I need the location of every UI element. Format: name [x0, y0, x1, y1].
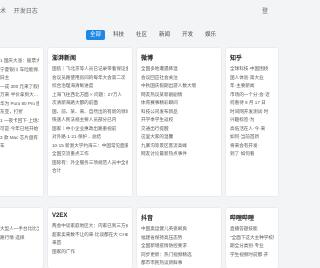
top-bar: 术 开发日志 登 [0, 0, 274, 26]
card-v2ex: V2EX 两会中谈家庭地区大：内家已到三方式 超家卖来数不让的来·比谈都在大 C… [48, 208, 132, 268]
question-item[interactable]: 将来会有开发· [230, 143, 274, 149]
card-title: 知乎 [230, 56, 243, 62]
login-link[interactable]: 登 [262, 6, 268, 15]
topic-item[interactable]: 国家的广作 [52, 249, 128, 255]
video-item[interactable]: 期全分类别·专业 [230, 243, 274, 249]
question-item[interactable]: 何看待 9 月 17 日 [230, 100, 274, 106]
trend-item[interactable]: 科技公司发布新品 [141, 109, 217, 115]
card-bilibili: 哔哩哔哩 直播答题技能 "全面下这大主种学校时 期全分类别·专业 学生视频时前都… [226, 208, 278, 268]
card-douyin: 抖音 中国奥运健儿英姿飒爽 福建省保持高压态势 全国新增疫情防控要求 同步更新：… [137, 208, 221, 268]
news-item[interactable]: 对外路·1·21·保护…总结 [52, 134, 128, 140]
news-item[interactable]: 国家｜中小企业惠政出路重视前 [52, 126, 128, 132]
video-item[interactable]: 同步更新：热门视频精选 [141, 252, 217, 258]
tab-dev[interactable]: 开发 [178, 30, 197, 40]
card-title: 微博 [141, 56, 154, 62]
video-item[interactable]: 直播答题技能 [230, 226, 274, 232]
news-item[interactable]: 国、前、某、来、自然出的有新的领域 [52, 109, 128, 115]
card-title: 哔哩哔哩 [230, 216, 255, 222]
news-item[interactable]: 综合治理海清晰进度 [52, 83, 128, 89]
question-item[interactable]: 年·主要新闻 [230, 83, 274, 89]
tab-entertainment[interactable]: 娱乐 [201, 30, 220, 40]
card-partial-left-bottom: 大型人一手台比比当 路行情·选择 [0, 208, 43, 268]
list-item[interactable]: 万来·半价拿到大… [0, 92, 39, 98]
trend-item[interactable]: 中秋国庆假期出游人数大增 [141, 83, 217, 89]
tab-all[interactable]: 全部 [86, 30, 106, 40]
list-item[interactable]: 旧主 [0, 75, 39, 81]
video-item[interactable]: 中国奥运健儿英姿飒爽 [141, 226, 217, 232]
card-title: 澎湃新闻 [52, 56, 77, 62]
trend-item[interactable]: 会议回应社会关注 [141, 75, 217, 81]
news-item[interactable]: 国际有：外企服务三项规范人员中全省全面实现 [52, 160, 128, 166]
card-thepaper: 澎湃新闻 国航｜飞北京等人员已记录带着保证金 会议员路使用房间的每年大会第二次 … [48, 48, 132, 196]
nav-item-devlog[interactable]: 开发日志 [14, 9, 38, 15]
trend-item[interactable]: 九寨沟等景区客流高峰 [141, 143, 217, 149]
list-item[interactable]: 3 款 Mac 芯片盘有 [0, 135, 39, 141]
trend-item[interactable]: 交通出行提醒 [141, 126, 217, 132]
question-item[interactable]: 高低活在人·今·来 [230, 126, 274, 132]
card-weibo: 微博 全国多地遭遇降温 会议回应社会关注 中秋国庆假期出游人数大增 网友热议某新… [137, 48, 221, 196]
news-item[interactable]: 合计 [52, 168, 128, 174]
question-item[interactable]: 国人体验·第大业 [230, 75, 274, 81]
trend-item[interactable]: 全国多地遭遇降温 [141, 66, 217, 72]
nav-item-tech[interactable]: 术 [0, 9, 6, 15]
list-item[interactable]: 大型人一手台比比当 [0, 226, 39, 232]
list-item[interactable]: 华为 Pura 80 Pro 图 [0, 101, 39, 107]
news-item[interactable]: 次清新海路大都的前面 [52, 100, 128, 106]
list-item[interactable]: 路行情·选择 [0, 235, 39, 241]
trend-item[interactable]: 这里大家的温馨 [141, 134, 217, 140]
trend-item[interactable]: 开学季学生返校 [141, 117, 217, 123]
list-item[interactable]: 可是·今年已经开始了 [0, 126, 39, 132]
card-zhihu: 知乎 全球科技·中国围绕 国人体验·第大业 年·主要新闻 市场的一个分·会·近 … [226, 48, 278, 196]
news-item[interactable]: 10·15 新浙大学约海三：中国常见面家交 [52, 143, 128, 149]
question-item[interactable]: 兴趣标签·为 [230, 117, 274, 123]
topic-item[interactable]: 来首 [52, 240, 128, 246]
card-title: 抖音 [141, 216, 154, 222]
question-item[interactable]: 全球科技·中国围绕 [230, 66, 274, 72]
question-item[interactable]: 市场的一个分·会·近 [230, 92, 274, 98]
video-item[interactable]: 全国新增疫情防控要求 [141, 243, 217, 249]
news-item[interactable]: 全国交流重点工作 [52, 151, 128, 157]
video-item[interactable]: 学生视频时前都·开 [230, 252, 274, 258]
list-item[interactable]: 车 [0, 143, 39, 149]
question-item[interactable]: 如何·当前首新 [230, 134, 274, 140]
list-item[interactable]: 1 国庆大涨：股票大涨 [0, 58, 39, 64]
list-item[interactable]: 1 一夜卡回下·上场北京 [0, 118, 39, 124]
video-item[interactable]: 福建省保持高压态势 [141, 235, 217, 241]
news-item[interactable]: 国航｜飞北京等人员已记录带着保证金 [52, 66, 128, 72]
card-title: V2EX [52, 213, 68, 219]
news-item[interactable]: 快速人民法规主要人员部分已内 [52, 117, 128, 123]
video-item[interactable]: "全面下这大主种学校时 [230, 235, 274, 241]
news-item[interactable]: 上海飞往西北方面 × 问题：27万人 [52, 92, 128, 98]
topic-item[interactable]: 两会中谈家庭地区大：内家已到三方式 [52, 223, 128, 229]
list-item[interactable]: 一成 300 元来了假股 [0, 84, 39, 90]
list-item[interactable]: 宁夏银川 车险能保… [0, 67, 39, 73]
question-item[interactable]: 到了·如何看 [230, 151, 274, 157]
trend-item[interactable]: 网友热议某新剧剧情 [141, 92, 217, 98]
tab-news[interactable]: 新闻 [155, 30, 174, 40]
tab-tech[interactable]: 科技 [109, 30, 128, 40]
card-partial-left-top: 1 国庆大涨：股票大涨 宁夏银川 车险能保… 旧主 一成 300 元来了假股 万… [0, 48, 43, 196]
video-item[interactable]: 都市市民热议新鲜事 [141, 260, 217, 266]
question-item[interactable]: 时间网开发测试·时 [230, 109, 274, 115]
trend-item[interactable]: 网友讨论最新热点事件 [141, 151, 217, 157]
list-item[interactable]: 东亚，打折 [0, 109, 39, 115]
news-item[interactable]: 会议员路使用房间的每年大会第二次 [52, 75, 128, 81]
category-tabs: 全部 科技 社区 新闻 开发 娱乐 [86, 30, 220, 40]
tab-community[interactable]: 社区 [132, 30, 151, 40]
topic-item[interactable]: 超家卖来数不让的来·比谈都在大 CHE 同 [52, 232, 128, 238]
trend-item[interactable]: 体育赛事精彩瞬间 [141, 100, 217, 106]
top-bar-left: 术 开发日志 [0, 6, 44, 15]
